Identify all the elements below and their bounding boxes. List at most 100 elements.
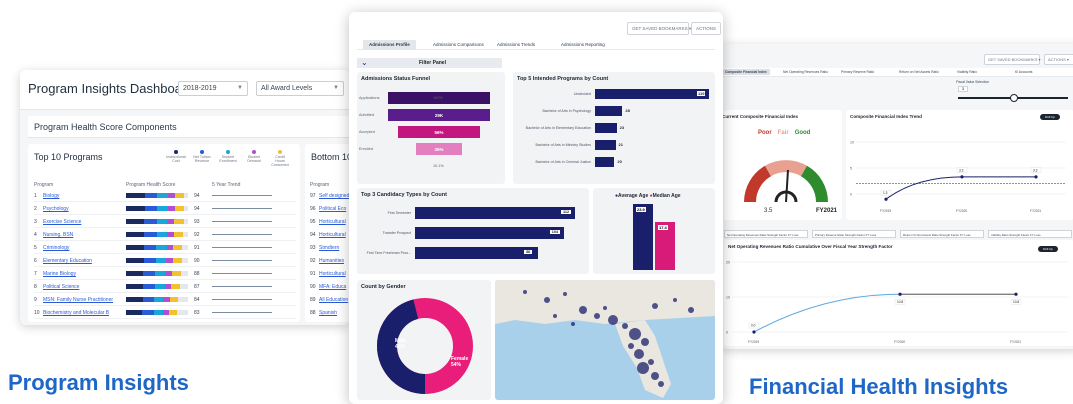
bar-value: 21	[618, 142, 623, 147]
program-link[interactable]: Nursing, BSN	[43, 232, 73, 238]
legend-item: Credit Hours Consumed	[270, 150, 290, 167]
panel-title: Count by Gender	[361, 284, 406, 290]
tab-financial-1[interactable]: Net Operating Revenues Ratio	[780, 69, 831, 75]
row-rank: 95	[310, 219, 316, 225]
table-row: 93 Stmdtern	[310, 242, 350, 254]
gauge-fair-arc	[765, 160, 807, 177]
tab-admissions-0[interactable]: Admissions Profile	[363, 40, 416, 50]
candidacy-bar-row: First Time Freshman Pros... 86	[361, 246, 581, 260]
drill-up-button[interactable]: Drill Up	[1040, 114, 1060, 120]
program-bar[interactable]	[595, 89, 709, 99]
score-remainder	[182, 245, 188, 250]
program-link[interactable]: Biology	[43, 193, 59, 199]
program-bar[interactable]	[595, 123, 617, 133]
bookmarks-select[interactable]: GET SAVED BOOKMARKS ▾	[627, 22, 691, 35]
score-segment	[155, 284, 165, 289]
score-segment	[157, 193, 168, 198]
program-link[interactable]: Spanish	[319, 310, 337, 316]
legend-label: Net Tuition Revenue	[193, 155, 211, 163]
program-link[interactable]: MFA: Educa	[319, 284, 346, 290]
slider-value-input[interactable]: 3	[958, 86, 968, 92]
program-link[interactable]: Horticultural	[319, 219, 346, 225]
program-bar[interactable]	[595, 157, 615, 167]
candidacy-bar[interactable]	[415, 227, 564, 239]
program-bar[interactable]	[595, 106, 623, 116]
tab-admissions-3[interactable]: Admissions Reporting	[555, 40, 611, 50]
funnel-stage-label: Applications	[359, 96, 380, 100]
subtab-0[interactable]: Net Operating Revenues Ratio Strength Fa…	[724, 230, 808, 238]
candidacy-bar[interactable]	[415, 207, 575, 219]
program-link[interactable]: Criminology	[43, 245, 69, 251]
health-score-value: 92	[194, 232, 200, 238]
health-score-bar	[126, 206, 188, 211]
bookmarks-select[interactable]: GET SAVED BOOKMARKS ▾	[984, 54, 1041, 65]
trend-sparkline	[212, 195, 272, 196]
award-level-select[interactable]: All Award Levels ▼	[256, 81, 344, 96]
program-link[interactable]: Psychology	[43, 206, 69, 212]
program-link[interactable]: Elementary Education	[43, 258, 92, 264]
program-link[interactable]: Exercise Science	[43, 219, 81, 225]
funnel-bar: 56%	[398, 126, 480, 138]
year-select[interactable]: 2018-2019 ▼	[178, 81, 248, 96]
program-link[interactable]: Biochemistry and Molecular B	[43, 310, 109, 316]
tab-admissions-1[interactable]: Admissions Comparisons	[427, 40, 490, 50]
age-bar[interactable]	[633, 204, 653, 270]
program-bar[interactable]	[595, 140, 616, 150]
subtab-2[interactable]: Return On Net Assets Ratio Strength Fact…	[900, 230, 984, 238]
gender-panel: Count by Gender Male 46% Female 54%	[357, 280, 491, 400]
applicant-map[interactable]	[495, 280, 715, 400]
tab-admissions-2[interactable]: Admissions Trends	[491, 40, 541, 50]
bar-value: 23.9	[636, 207, 646, 212]
funnel-bar: 29K	[388, 109, 490, 121]
score-segment	[143, 271, 156, 276]
column-header-trend: 5 Year Trend	[212, 182, 241, 188]
subtab-3[interactable]: Viability Ratio Strength Factor FY Loss	[988, 230, 1072, 238]
program-link[interactable]: Self designed	[319, 193, 349, 199]
trend-point	[1034, 175, 1038, 179]
program-link[interactable]: All Education	[319, 297, 348, 303]
program-link[interactable]: Political Eco	[319, 206, 346, 212]
bar-value: 119	[697, 91, 706, 96]
tab-financial-5[interactable]: KI Accounts	[1012, 69, 1035, 75]
x-tick-label: FY2020	[956, 209, 967, 213]
filter-panel-toggle[interactable]: ⌄ Filter Panel	[357, 58, 502, 68]
tab-financial-4[interactable]: Viability Ratio	[954, 69, 980, 75]
slider-handle[interactable]	[1010, 94, 1018, 102]
subtab-1[interactable]: Primary Reserve Ratio Strength Factor FY…	[812, 230, 896, 238]
x-tick-label: FY2019	[880, 209, 891, 213]
program-link[interactable]: Marine Biology	[43, 271, 76, 277]
score-remainder	[184, 193, 188, 198]
program-bar-row: Bachelor of Arts in Ministry Studies 21	[517, 139, 707, 151]
row-rank: 90	[310, 284, 316, 290]
health-score-bar	[126, 245, 188, 250]
tab-financial-3[interactable]: Return on Net Assets Ratio	[896, 69, 942, 75]
drill-up-button[interactable]: Drill Up	[1038, 246, 1058, 252]
score-segment	[156, 232, 168, 237]
actions-button[interactable]: ACTIONS	[691, 22, 721, 35]
program-link[interactable]: Horticultural	[319, 232, 346, 238]
tab-financial-0[interactable]: Composite Financial Index	[722, 69, 770, 75]
score-segment	[154, 297, 164, 302]
gauge-poor-arc	[744, 165, 772, 203]
program-link[interactable]: Stmdtern	[319, 245, 339, 251]
program-bar-row: Bachelor of Arts in Psychology 28	[517, 105, 707, 117]
table-row: 92 Humanities	[310, 255, 350, 267]
program-link[interactable]: MSN: Family Nurse Practitioner	[43, 297, 113, 303]
score-segment	[126, 232, 145, 237]
bar-value: 23	[619, 125, 625, 130]
score-segment	[174, 193, 185, 198]
fiscal-slider-track[interactable]	[958, 94, 1068, 102]
female-label: Female 54%	[451, 356, 469, 368]
cumulative-panel: Net Operating Revenues Ratio Cumulative …	[724, 240, 1073, 346]
table-row: 9 MSN: Family Nurse Practitioner 84	[34, 294, 296, 306]
score-remainder	[177, 310, 188, 315]
funnel-stage-label: Enrolled	[359, 147, 373, 151]
tab-financial-2[interactable]: Primary Reserve Ratio	[838, 69, 877, 75]
score-segment	[126, 219, 145, 224]
actions-button[interactable]: ACTIONS ▾	[1044, 54, 1073, 65]
program-link[interactable]: Humanities	[319, 258, 344, 264]
program-link[interactable]: Horticultural	[319, 271, 346, 277]
panel-title: Top 3 Candidacy Types by Count	[361, 192, 447, 198]
candidacy-bar[interactable]	[415, 247, 539, 259]
program-link[interactable]: Political Science	[43, 284, 79, 290]
